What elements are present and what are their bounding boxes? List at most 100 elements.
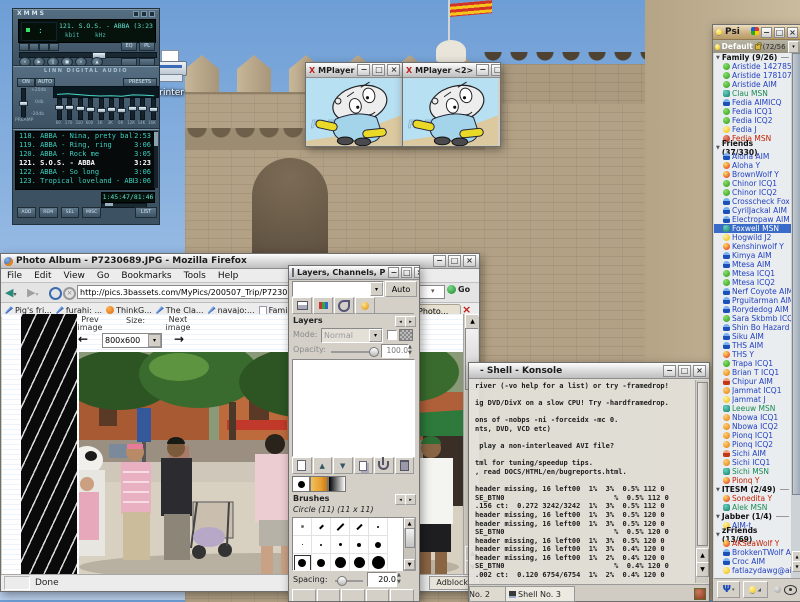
xmms-titlebar[interactable]: XMMS bbox=[13, 9, 159, 18]
contact-row[interactable]: Shin Bo Hazard ... bbox=[714, 323, 791, 332]
menu-file[interactable]: File bbox=[7, 271, 22, 281]
menu-bookmarks[interactable]: Bookmarks bbox=[121, 271, 171, 281]
brush-cell[interactable] bbox=[369, 518, 388, 536]
contact-row[interactable]: Hogwild J2 bbox=[714, 233, 791, 242]
maximize-button[interactable]: □ bbox=[678, 365, 691, 377]
contact-row[interactable]: Trapa ICQ1 bbox=[714, 359, 791, 368]
xmms-window-buttons[interactable] bbox=[133, 11, 155, 17]
contact-row[interactable]: Fedia ICQ1 bbox=[714, 107, 791, 116]
contact-row[interactable]: CyrilJackal AIM bbox=[714, 206, 791, 215]
close-button[interactable]: × bbox=[463, 255, 476, 267]
contact-row[interactable]: Fedia J bbox=[714, 125, 791, 134]
profile-dropdown-icon[interactable]: ▾ bbox=[788, 41, 799, 53]
konsole-titlebar[interactable]: - Shell - Konsole −□× bbox=[469, 363, 709, 379]
mplayer1-titlebar[interactable]: X MPlayer −□× bbox=[306, 63, 403, 78]
contact-row[interactable]: Fedia AIMICQ bbox=[714, 98, 791, 107]
video-frame[interactable] bbox=[306, 78, 401, 146]
contact-row[interactable]: Chinor ICQ1 bbox=[714, 179, 791, 188]
auto-button[interactable]: Auto bbox=[385, 281, 417, 297]
spacing-slider-thumb[interactable] bbox=[337, 576, 347, 586]
opacity-spinbox[interactable]: 100.0 bbox=[381, 344, 409, 358]
brush-cell[interactable] bbox=[350, 536, 369, 554]
gradient-indicator[interactable] bbox=[328, 476, 346, 492]
contact-row[interactable]: Clau MSN bbox=[714, 89, 791, 98]
psi-scrollbar[interactable]: ▲ ▼ bbox=[792, 53, 800, 580]
tab-paths-icon[interactable] bbox=[334, 297, 354, 314]
close-button[interactable]: × bbox=[387, 64, 400, 76]
contact-row[interactable]: Brian T ICQ1 bbox=[714, 368, 791, 377]
close-button[interactable]: × bbox=[787, 27, 798, 38]
duplicate-layer-button[interactable] bbox=[354, 457, 374, 474]
keep-trans-checkbox[interactable] bbox=[387, 330, 397, 340]
brush-cell[interactable] bbox=[312, 554, 331, 571]
contact-row[interactable]: Nerf Coyote AIM bbox=[714, 287, 791, 296]
group-header[interactable]: ▼Family (9/26) bbox=[714, 53, 791, 62]
xmms-options-button[interactable] bbox=[19, 43, 29, 51]
xmms-eq-titlebar[interactable]: LINN DIGITAL AUDIO bbox=[13, 66, 159, 75]
mplayer2-titlebar[interactable]: X MPlayer <2> −□× bbox=[403, 63, 500, 78]
contact-row[interactable]: Aristide 178107... bbox=[714, 71, 791, 80]
edit-brush-button[interactable] bbox=[292, 589, 316, 602]
maximize-button[interactable]: □ bbox=[401, 267, 412, 278]
brush-cell[interactable] bbox=[312, 518, 331, 536]
eq-preamp-slider[interactable] bbox=[21, 88, 26, 118]
reload-icon[interactable] bbox=[49, 287, 62, 300]
xmms-pl-toggle[interactable]: PL bbox=[139, 42, 155, 51]
contact-row[interactable]: Sara Skbmb ICQ1 bbox=[714, 314, 791, 323]
tab-layers-icon[interactable] bbox=[292, 297, 312, 314]
video-frame[interactable] bbox=[403, 78, 498, 146]
layers-list[interactable] bbox=[292, 359, 415, 457]
tab-history-icon[interactable] bbox=[355, 297, 375, 314]
brush-cell[interactable] bbox=[331, 518, 350, 536]
duplicate-brush-button[interactable] bbox=[341, 589, 365, 602]
brush-cell[interactable] bbox=[312, 536, 331, 554]
contact-row[interactable]: Aloha Y bbox=[714, 161, 791, 170]
playlist-scrollbar[interactable] bbox=[154, 131, 158, 188]
contact-row[interactable]: Electropaw AIM bbox=[714, 215, 791, 224]
terminal-output[interactable]: river (-vo help for a list) or try -fram… bbox=[475, 382, 693, 580]
contact-row[interactable]: Jammat J bbox=[714, 395, 791, 404]
playlist-track[interactable]: 121. S.O.S. - ABBA3:23 bbox=[16, 159, 154, 168]
next-arrow-icon[interactable]: → bbox=[174, 332, 184, 346]
eq-band-sliders[interactable] bbox=[53, 98, 157, 119]
contact-row[interactable]: Pionq Y bbox=[714, 476, 791, 485]
show-offline-eye-icon[interactable] bbox=[784, 585, 797, 595]
xmms-doublesize-button[interactable] bbox=[49, 43, 59, 51]
contact-row[interactable]: Pionq ICQ1 bbox=[714, 431, 791, 440]
brushes-close-icon[interactable]: ▸ bbox=[405, 494, 416, 505]
brush-cell[interactable] bbox=[369, 554, 388, 571]
group-header[interactable]: ▼zFriends (13/69) bbox=[714, 530, 791, 539]
new-layer-button[interactable] bbox=[292, 457, 312, 474]
brush-cell[interactable] bbox=[331, 554, 350, 571]
tab-channels-icon[interactable] bbox=[313, 297, 333, 314]
contact-row[interactable]: Aristide 142785 bbox=[714, 62, 791, 71]
eq-band-slider[interactable] bbox=[119, 98, 124, 120]
back-button[interactable]: ◀▾ bbox=[5, 286, 16, 299]
minimize-button[interactable]: − bbox=[476, 64, 489, 76]
contact-row[interactable]: Jammat ICQ1 bbox=[714, 386, 791, 395]
image-select-combo[interactable]: ▾ bbox=[292, 281, 384, 297]
offline-bulb-icon[interactable] bbox=[774, 586, 781, 593]
contact-row[interactable]: Chinor ICQ2 bbox=[714, 188, 791, 197]
mode-combo[interactable]: Normal ▾ bbox=[321, 328, 383, 343]
brush-cell[interactable] bbox=[293, 554, 312, 571]
contact-row[interactable]: Prguitarman AIM bbox=[714, 296, 791, 305]
brush-cell[interactable] bbox=[331, 536, 350, 554]
xmms-fileinfo-button[interactable] bbox=[39, 43, 49, 51]
group-header[interactable]: ▼Friends (37/330) bbox=[714, 143, 791, 152]
eq-band-slider[interactable] bbox=[78, 98, 83, 120]
maximize-button[interactable]: □ bbox=[774, 27, 785, 38]
brush-cell[interactable] bbox=[293, 536, 312, 554]
contact-row[interactable]: Leeuw MSN bbox=[714, 404, 791, 413]
close-button[interactable]: × bbox=[693, 365, 706, 377]
scrollbar-thumb[interactable] bbox=[792, 53, 800, 495]
psi-menu-button[interactable]: Ψ▾ bbox=[717, 581, 740, 598]
contact-row[interactable]: Sonedita Y bbox=[714, 494, 791, 503]
contact-row[interactable]: Fedia ICQ2 bbox=[714, 116, 791, 125]
contact-row[interactable]: Kenshinwolf Y bbox=[714, 242, 791, 251]
group-header[interactable]: ▼ITESM (2/49) bbox=[714, 485, 791, 494]
scroll-down-icon[interactable]: ▼ bbox=[404, 559, 415, 570]
opacity-slider[interactable] bbox=[331, 351, 373, 353]
contact-row[interactable]: Nbowa ICQ2 bbox=[714, 422, 791, 431]
playlist-track[interactable]: 123. Tropical loveland - ABBA3:06 bbox=[16, 177, 154, 186]
